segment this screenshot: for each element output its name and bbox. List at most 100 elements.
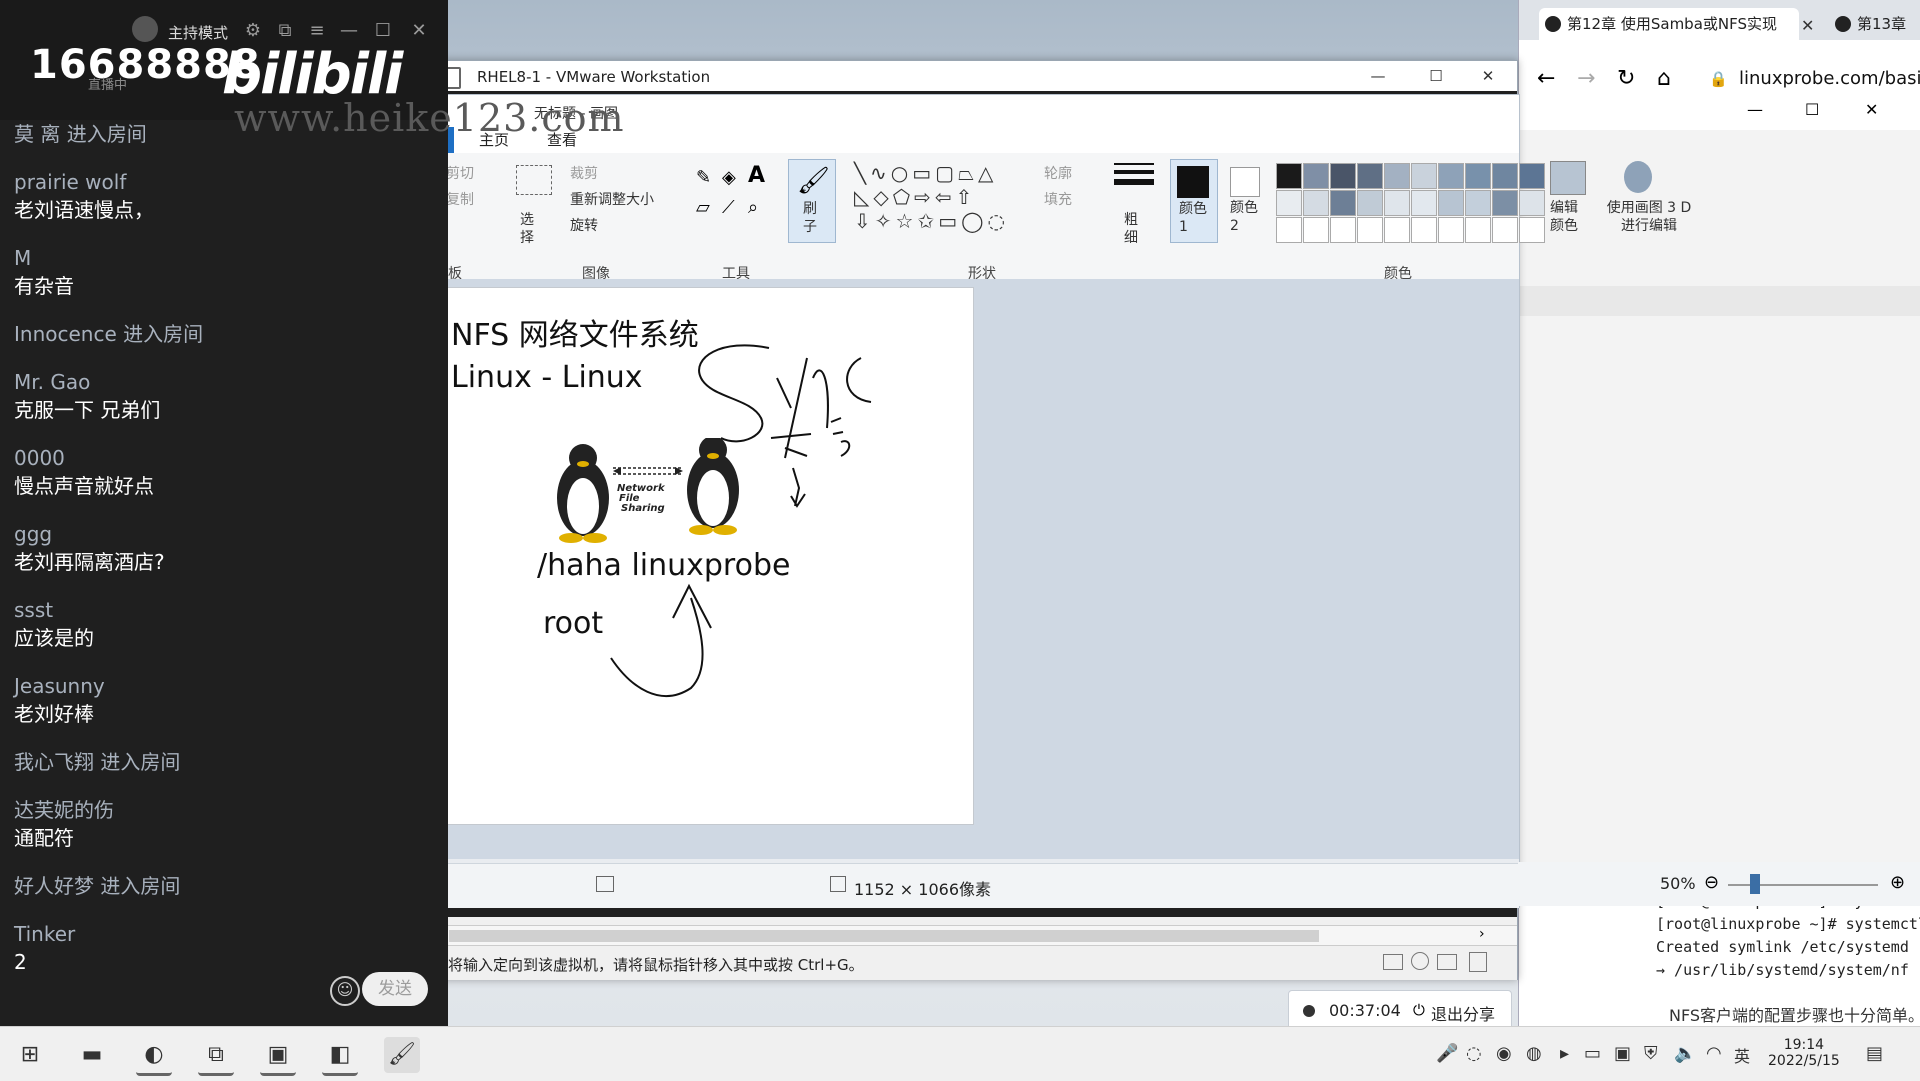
- drawing-canvas[interactable]: NFS 网络文件系统 Linux - Linux Network File Sh…: [420, 287, 974, 825]
- tray-app-icon[interactable]: ◉: [1496, 1043, 1512, 1064]
- palette-swatch[interactable]: [1465, 163, 1491, 189]
- menu-icon[interactable]: ≡: [306, 20, 328, 42]
- palette-swatch[interactable]: [1492, 190, 1518, 216]
- palette-swatch[interactable]: [1411, 163, 1437, 189]
- palette-swatch[interactable]: [1357, 163, 1383, 189]
- color2-button[interactable]: 颜色 2: [1222, 159, 1268, 241]
- select-icon[interactable]: [516, 165, 552, 195]
- scroll-thumb[interactable]: [449, 930, 1319, 942]
- system-clock[interactable]: 19:14 2022/5/15: [1768, 1037, 1840, 1069]
- app-taskbar-icon[interactable]: ◧: [322, 1037, 358, 1076]
- maximize-icon[interactable]: ☐: [372, 20, 394, 42]
- palette-swatch-empty[interactable]: [1465, 217, 1491, 243]
- network-icon[interactable]: [1437, 954, 1457, 970]
- scroll-right-icon[interactable]: ›: [1479, 926, 1485, 942]
- close-icon[interactable]: ✕: [408, 20, 430, 42]
- minimize-icon[interactable]: —: [1747, 100, 1763, 119]
- tray-app-icon[interactable]: ▣: [1614, 1043, 1631, 1064]
- cut-button[interactable]: 剪切: [446, 163, 474, 183]
- size-icon[interactable]: [1114, 163, 1154, 185]
- palette-swatch-empty[interactable]: [1492, 217, 1518, 243]
- ime-indicator[interactable]: 英: [1734, 1043, 1750, 1067]
- text-icon[interactable]: A: [748, 163, 765, 188]
- palette-swatch-empty[interactable]: [1303, 217, 1329, 243]
- back-icon[interactable]: ←: [1537, 66, 1555, 91]
- palette-swatch[interactable]: [1357, 190, 1383, 216]
- browser-taskbar-icon[interactable]: ◐: [136, 1037, 172, 1076]
- browser-tab-1[interactable]: 第12章 使用Samba或NFS实现: [1539, 8, 1799, 40]
- edit-colors-icon[interactable]: [1550, 161, 1586, 195]
- home-icon[interactable]: ⌂: [1657, 66, 1671, 91]
- size-button[interactable]: 粗细: [1124, 211, 1144, 247]
- battery-icon[interactable]: ▭: [1584, 1043, 1601, 1064]
- volume-icon[interactable]: 🔈: [1674, 1043, 1696, 1064]
- rotate-button[interactable]: 旋转: [570, 215, 598, 235]
- close-icon[interactable]: ✕: [1865, 100, 1878, 119]
- settings-icon[interactable]: ⚙: [242, 20, 264, 42]
- zoom-in-icon[interactable]: ⊕: [1890, 872, 1905, 893]
- zoom-out-icon[interactable]: ⊖: [1704, 872, 1719, 893]
- palette-swatch[interactable]: [1438, 163, 1464, 189]
- palette-swatch[interactable]: [1303, 163, 1329, 189]
- edit-colors-button[interactable]: 编辑颜色: [1550, 199, 1584, 235]
- minimize-icon[interactable]: —: [1349, 61, 1407, 91]
- palette-swatch-empty[interactable]: [1438, 217, 1464, 243]
- zoom-slider-thumb[interactable]: [1750, 874, 1760, 894]
- message-icon[interactable]: [1469, 952, 1487, 972]
- palette-swatch[interactable]: [1384, 163, 1410, 189]
- vm-horizontal-scrollbar[interactable]: ‹ ›: [429, 925, 1517, 946]
- magnifier-icon[interactable]: ⌕: [748, 197, 758, 218]
- resize-button[interactable]: 重新调整大小: [570, 189, 654, 209]
- vmware-taskbar-icon[interactable]: ⧉: [198, 1037, 234, 1076]
- microphone-icon[interactable]: 🎤: [1436, 1043, 1458, 1064]
- file-explorer-icon[interactable]: ▬: [74, 1037, 110, 1073]
- maximize-icon[interactable]: ☐: [1407, 61, 1465, 91]
- close-tab-icon[interactable]: ✕: [1801, 16, 1814, 35]
- security-icon[interactable]: ⛨: [1644, 1043, 1658, 1064]
- crop-button[interactable]: 裁剪: [570, 163, 598, 183]
- palette-swatch[interactable]: [1465, 190, 1491, 216]
- palette-swatch-empty[interactable]: [1411, 217, 1437, 243]
- pencil-icon[interactable]: ✎: [696, 167, 711, 188]
- cdrom-icon[interactable]: [1411, 952, 1429, 970]
- palette-swatch[interactable]: [1276, 190, 1302, 216]
- eraser-icon[interactable]: ▱: [696, 197, 710, 218]
- minimize-icon[interactable]: —: [338, 20, 360, 42]
- emoji-icon[interactable]: ☺: [330, 976, 360, 1006]
- fill-icon[interactable]: ◈: [722, 167, 736, 188]
- popout-icon[interactable]: ⧉: [274, 20, 296, 42]
- wifi-icon[interactable]: ◠: [1706, 1043, 1722, 1064]
- palette-swatch[interactable]: [1276, 163, 1302, 189]
- palette-swatch[interactable]: [1519, 163, 1545, 189]
- start-icon[interactable]: ⊞: [12, 1037, 48, 1073]
- paint3d-icon[interactable]: [1624, 161, 1652, 193]
- maximize-icon[interactable]: ☐: [1805, 100, 1819, 119]
- notification-icon[interactable]: ▤: [1866, 1043, 1883, 1064]
- palette-swatch[interactable]: [1384, 190, 1410, 216]
- palette-swatch[interactable]: [1330, 163, 1356, 189]
- paint3d-button[interactable]: 使用画图 3 D 进行编辑: [1606, 199, 1692, 235]
- palette-swatch[interactable]: [1492, 163, 1518, 189]
- palette-swatch-empty[interactable]: [1276, 217, 1302, 243]
- palette-swatch-empty[interactable]: [1384, 217, 1410, 243]
- browser-tab-2[interactable]: 第13章: [1829, 8, 1920, 40]
- reload-icon[interactable]: ↻: [1617, 66, 1635, 91]
- tray-app-icon[interactable]: ◌: [1466, 1043, 1482, 1064]
- palette-swatch[interactable]: [1411, 190, 1437, 216]
- color1-button[interactable]: 颜色 1: [1170, 159, 1218, 243]
- palette-swatch[interactable]: [1438, 190, 1464, 216]
- palette-swatch[interactable]: [1303, 190, 1329, 216]
- paint-taskbar-icon[interactable]: 🖌: [384, 1037, 420, 1073]
- send-button[interactable]: 发送: [362, 972, 428, 1006]
- address-bar[interactable]: linuxprobe.com/basic-: [1739, 68, 1920, 89]
- disk-icon[interactable]: [1383, 954, 1403, 970]
- forward-icon[interactable]: →: [1577, 66, 1595, 91]
- palette-swatch-empty[interactable]: [1519, 217, 1545, 243]
- palette-swatch[interactable]: [1330, 190, 1356, 216]
- exit-share-button[interactable]: 退出分享: [1431, 1001, 1495, 1025]
- copy-button[interactable]: 复制: [446, 189, 474, 209]
- shapes-gallery[interactable]: ╲∿○▭▢⏢△ ◺◇⬠⇨⇦⇧ ⇩✧☆✩▭◯◌: [854, 161, 1034, 233]
- tray-app-icon[interactable]: ◍: [1526, 1043, 1542, 1064]
- close-icon[interactable]: ✕: [1459, 61, 1517, 91]
- palette-swatch-empty[interactable]: [1330, 217, 1356, 243]
